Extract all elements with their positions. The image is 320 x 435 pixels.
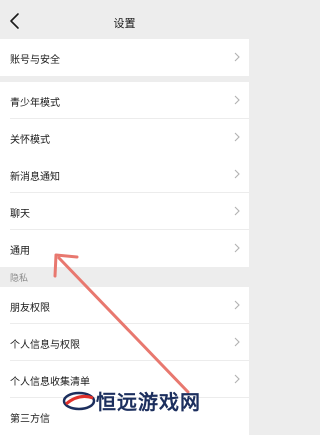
chevron-right-icon (234, 52, 240, 62)
nav-bar: 设置 (0, 5, 249, 39)
settings-item-label: 个人信息与权限 (10, 340, 80, 351)
chevron-right-icon (234, 337, 240, 347)
settings-item-label: 账号与安全 (10, 55, 60, 66)
settings-item-label: 青少年模式 (10, 98, 60, 109)
chevron-right-icon (234, 374, 240, 384)
settings-item-notifications[interactable]: 新消息通知 (0, 156, 249, 193)
chevron-right-icon (234, 243, 240, 253)
chevron-right-icon (234, 95, 240, 105)
settings-item-general[interactable]: 通用 (0, 230, 249, 267)
chevron-right-icon (234, 169, 240, 179)
settings-item-friend-permissions[interactable]: 朋友权限 (0, 287, 249, 324)
privacy-section-header: 隐私 (0, 267, 249, 287)
settings-item-personal-info-permissions[interactable]: 个人信息与权限 (0, 324, 249, 361)
chevron-right-icon (234, 132, 240, 142)
settings-item-label: 聊天 (10, 209, 30, 220)
settings-item-chat[interactable]: 聊天 (0, 193, 249, 230)
settings-item-account-security[interactable]: 账号与安全 (0, 39, 249, 76)
settings-item-label: 第三方信 (10, 414, 50, 425)
settings-item-label: 通用 (10, 246, 30, 257)
chevron-right-icon (234, 206, 240, 216)
settings-group-general: 新消息通知 聊天 通用 (0, 156, 249, 267)
settings-item-label: 个人信息收集清单 (10, 377, 90, 388)
settings-item-teen-mode[interactable]: 青少年模式 (0, 82, 249, 119)
settings-group-account: 账号与安全 (0, 39, 249, 76)
settings-item-label: 关怀模式 (10, 135, 50, 146)
chevron-right-icon (234, 300, 240, 310)
page-title: 设置 (113, 17, 136, 30)
settings-item-personal-info-list[interactable]: 个人信息收集清单 (0, 361, 249, 398)
settings-item-label: 新消息通知 (10, 172, 60, 183)
settings-item-label: 朋友权限 (10, 303, 50, 314)
section-header-label: 隐私 (10, 274, 29, 284)
settings-item-third-party[interactable]: 第三方信 (0, 398, 249, 435)
settings-item-care-mode[interactable]: 关怀模式 (0, 119, 249, 156)
settings-group-privacy: 朋友权限 个人信息与权限 个人信息收集清单 第三方信 (0, 287, 249, 435)
settings-group-modes: 青少年模式 关怀模式 (0, 82, 249, 156)
